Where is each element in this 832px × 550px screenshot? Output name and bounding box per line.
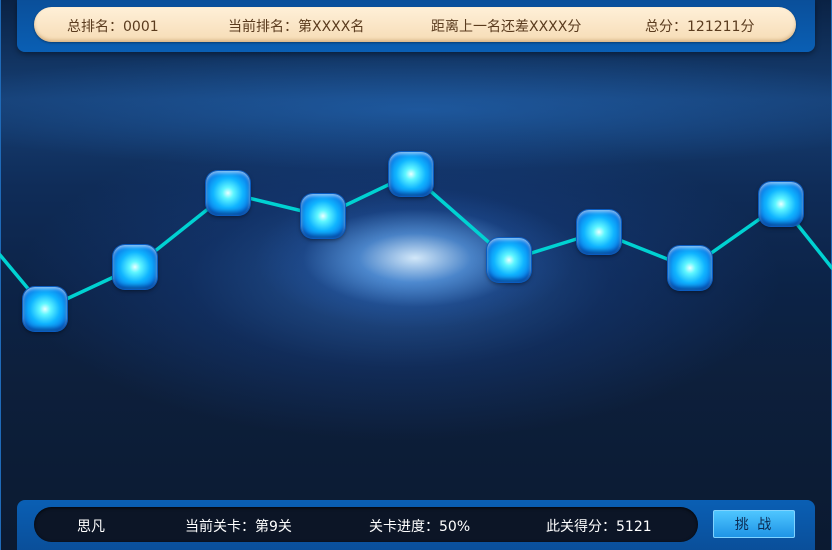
level-progress-text: 关卡进度：50% (369, 519, 471, 535)
level-node-1[interactable] (23, 287, 67, 331)
level-node-4[interactable] (301, 194, 345, 238)
level-node-2[interactable] (113, 245, 157, 289)
level-node-8[interactable] (668, 246, 712, 290)
level-node-3[interactable] (206, 171, 250, 215)
level-node-7[interactable] (577, 210, 621, 254)
level-score-text: 此关得分：5121 (546, 519, 652, 535)
player-info-pill: 思凡 当前关卡：第9关 关卡进度：50% 此关得分：5121 (34, 507, 698, 542)
bottom-player-panel: 思凡 当前关卡：第9关 关卡进度：50% 此关得分：5121 挑 战 (17, 500, 815, 550)
challenge-button[interactable]: 挑 战 (713, 510, 795, 538)
player-name: 思凡 (77, 519, 105, 535)
level-node-5[interactable] (389, 152, 433, 196)
level-node-9[interactable] (759, 182, 803, 226)
level-node-6[interactable] (487, 238, 531, 282)
current-level-text: 当前关卡：第9关 (185, 519, 292, 535)
